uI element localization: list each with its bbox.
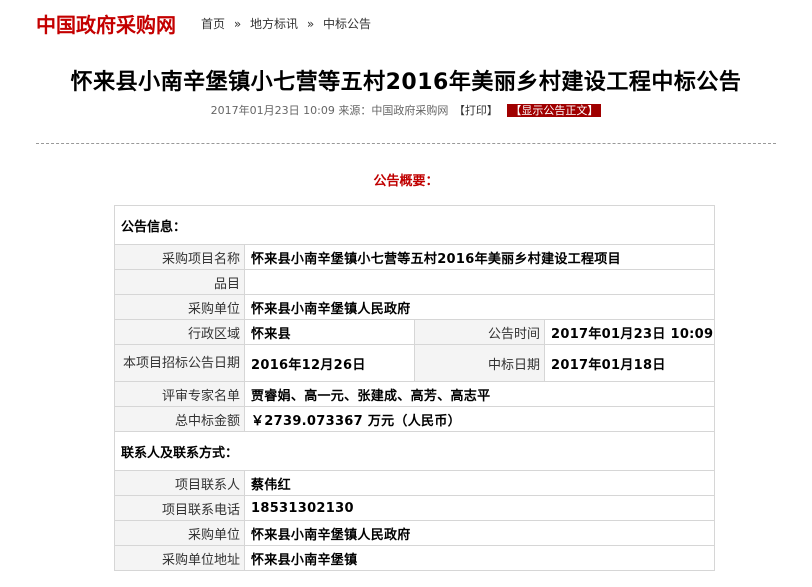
region-value: 怀来县 xyxy=(244,319,415,345)
divider xyxy=(36,143,776,144)
total-amount-value: ￥2739.073367 万元（人民币） xyxy=(243,406,716,432)
project-name-value: 怀来县小南辛堡镇小七营等五村2016年美丽乡村建设工程项目 xyxy=(243,244,716,270)
experts-value: 贾睿娟、高一元、张建成、高芳、高志平 xyxy=(243,381,716,407)
contact-person-value: 蔡伟红 xyxy=(243,470,716,496)
breadcrumb-local-bids-link[interactable]: 地方标讯 xyxy=(250,17,298,31)
breadcrumb-award-notice-link[interactable]: 中标公告 xyxy=(323,17,371,31)
contact-purchaser-value: 怀来县小南辛堡镇人民政府 xyxy=(243,520,716,546)
breadcrumb: 首页 » 地方标讯 » 中标公告 xyxy=(201,15,371,32)
experts-label: 评审专家名单 xyxy=(114,381,245,407)
region-label: 行政区域 xyxy=(114,319,245,345)
contact-phone-value: 18531302130 xyxy=(243,495,716,521)
award-date-value: 2017年01月18日 xyxy=(543,344,716,382)
project-name-label: 采购项目名称 xyxy=(114,244,245,270)
summary-heading: 公告概要： xyxy=(373,174,439,189)
contact-purchaser-label: 采购单位 xyxy=(114,520,245,546)
announce-time-label: 公告时间 xyxy=(414,319,545,345)
breadcrumb-separator: » xyxy=(306,17,315,31)
award-date-label: 中标日期 xyxy=(414,344,545,382)
purchaser-address-label: 采购单位地址 xyxy=(114,545,245,571)
purchaser-label: 采购单位 xyxy=(114,294,245,320)
announcement-info-heading: 公告信息： xyxy=(113,205,716,245)
show-notice-text-button[interactable]: 【显示公告正文】 xyxy=(507,104,602,117)
contact-info-heading: 联系人及联系方式： xyxy=(113,431,716,471)
breadcrumb-separator: » xyxy=(233,17,242,31)
site-logo[interactable]: 中国政府采购网 xyxy=(36,9,176,38)
total-amount-label: 总中标金额 xyxy=(114,406,245,432)
breadcrumb-home-link[interactable]: 首页 xyxy=(201,17,225,31)
purchaser-value: 怀来县小南辛堡镇人民政府 xyxy=(243,294,716,320)
publish-datetime: 2017年01月23日 10:09 xyxy=(210,104,335,117)
source-label: 来源：中国政府采购网 xyxy=(338,104,449,117)
article-meta: 2017年01月23日 10:09 来源：中国政府采购网 【打印】 【显示公告正… xyxy=(0,102,812,118)
contact-phone-label: 项目联系电话 xyxy=(114,495,245,521)
site-header: 中国政府采购网 首页 » 地方标讯 » 中标公告 xyxy=(0,0,812,44)
item-category-value xyxy=(243,269,716,295)
announce-time-value: 2017年01月23日 10:09 xyxy=(543,319,716,345)
tender-date-value: 2016年12月26日 xyxy=(244,344,415,382)
tender-date-label: 本项目招标公告日期 xyxy=(114,344,245,382)
item-category-label: 品目 xyxy=(114,269,245,295)
page-title: 怀来县小南辛堡镇小七营等五村2016年美丽乡村建设工程中标公告 xyxy=(70,70,742,95)
print-link[interactable]: 【打印】 xyxy=(454,104,498,117)
contact-person-label: 项目联系人 xyxy=(114,470,245,496)
purchaser-address-value: 怀来县小南辛堡镇 xyxy=(243,545,716,571)
announcement-info-table: 公告信息： 采购项目名称 怀来县小南辛堡镇小七营等五村2016年美丽乡村建设工程… xyxy=(113,205,716,571)
